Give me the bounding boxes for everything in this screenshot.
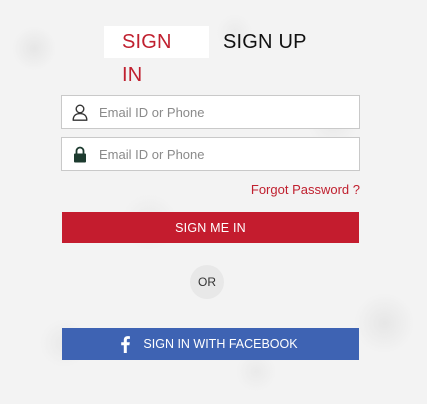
tab-sign-in[interactable]: SIGN IN <box>104 26 209 86</box>
tab-sign-up[interactable]: SIGN UP <box>209 26 321 58</box>
email-field <box>61 95 360 129</box>
user-icon <box>62 96 98 128</box>
auth-tabs: SIGN IN SIGN UP <box>104 26 321 86</box>
facebook-sign-in-button[interactable]: SIGN IN WITH FACEBOOK <box>62 328 359 360</box>
lock-icon <box>62 138 98 170</box>
email-input[interactable] <box>98 97 359 127</box>
forgot-password-link[interactable]: Forgot Password ? <box>251 182 360 197</box>
or-divider: OR <box>190 265 224 299</box>
facebook-icon <box>121 335 131 353</box>
sign-me-in-button[interactable]: SIGN ME IN <box>62 212 359 243</box>
password-field <box>61 137 360 171</box>
facebook-button-label: SIGN IN WITH FACEBOOK <box>143 337 298 351</box>
password-input[interactable] <box>98 139 359 169</box>
